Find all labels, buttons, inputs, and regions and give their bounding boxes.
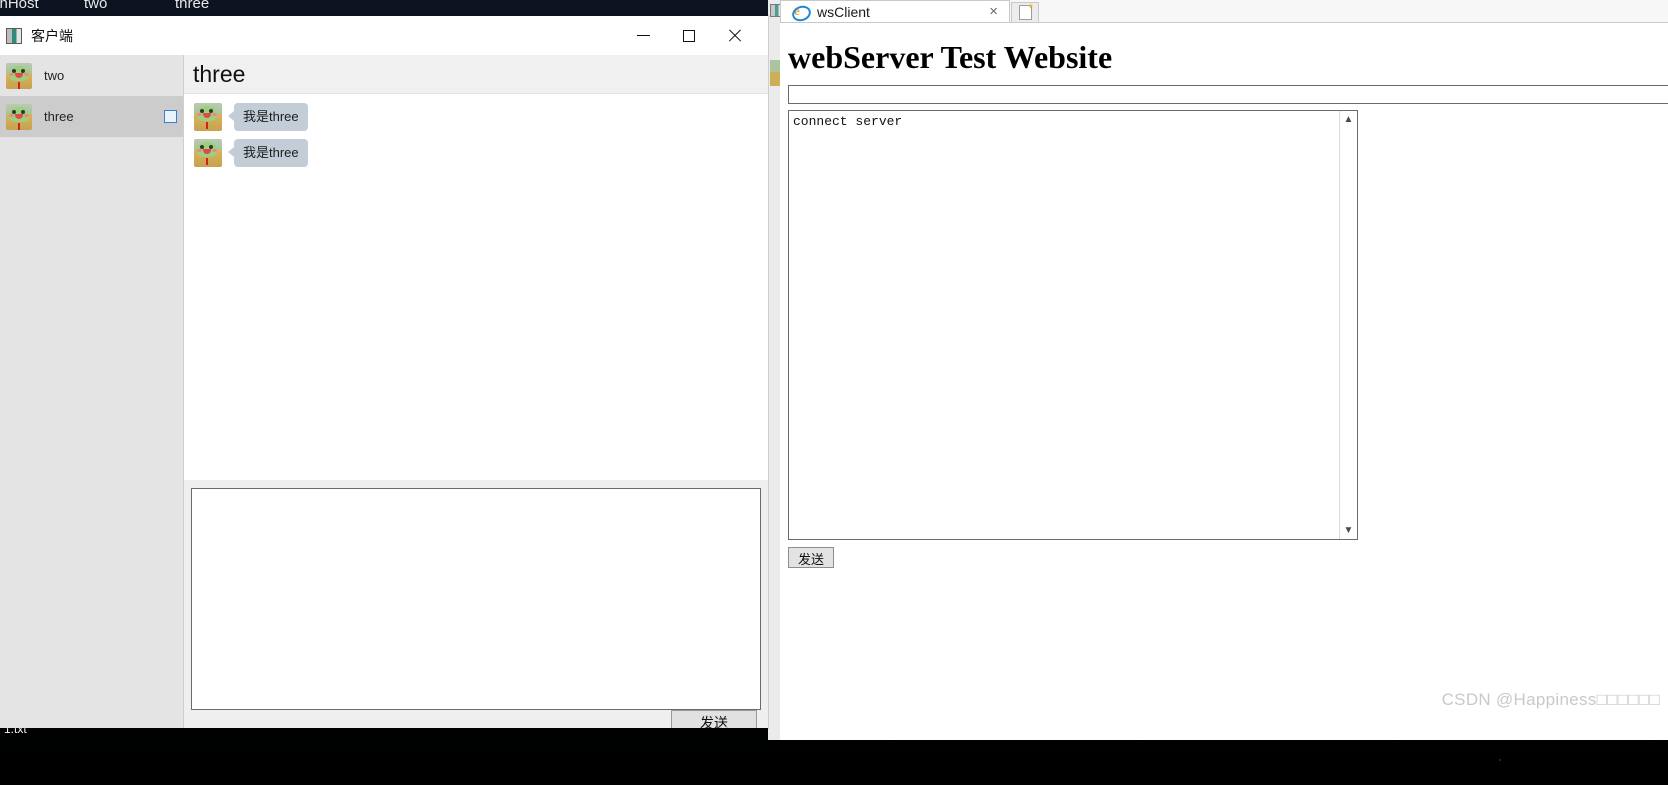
page-content: webServer Test Website ▲ ▼ 发送 — [780, 23, 1668, 740]
message-input[interactable] — [191, 488, 761, 710]
websocket-message-input[interactable] — [788, 85, 1668, 104]
conversation-header: three — [184, 55, 768, 94]
websocket-send-button[interactable]: 发送 — [788, 547, 834, 568]
browser-tab-title: wsClient — [817, 3, 870, 20]
minimize-button[interactable] — [620, 16, 666, 55]
browser-tab-strip: e wsClient × — [780, 0, 1668, 24]
avatar — [6, 103, 32, 130]
watermark: CSDN @Happiness□□□□□□ — [1441, 690, 1660, 709]
message-item: 我是three — [184, 103, 768, 139]
minimize-icon — [636, 35, 650, 36]
window-controls — [620, 16, 758, 55]
message-item: 我是three — [184, 139, 768, 175]
desktop-label-2: three — [175, 0, 210, 12]
message-list: 我是three 我是three — [184, 94, 768, 480]
scroll-up-icon[interactable]: ▲ — [1340, 111, 1357, 128]
conversation-title: three — [193, 60, 246, 87]
contact-name: three — [44, 109, 74, 124]
client-body: two three three 我是three 我是three 发送 — [0, 55, 768, 728]
compose-actions: 发送 — [191, 710, 761, 728]
conversation-pane: three 我是three 我是three 发送 — [184, 55, 768, 728]
new-tab-icon — [1018, 5, 1032, 20]
client-titlebar[interactable]: 客户端 — [0, 16, 768, 55]
maximize-button[interactable] — [666, 16, 712, 55]
desktop-label-0: chHost — [0, 0, 39, 12]
message-bubble: 我是three — [228, 103, 308, 131]
avatar — [194, 103, 222, 131]
app-icon — [6, 27, 22, 44]
desktop-label-1: two — [84, 0, 108, 12]
contact-name: two — [44, 68, 65, 83]
compose-area: 发送 — [184, 480, 768, 728]
browser-tab-wsclient[interactable]: e wsClient × — [780, 0, 1010, 24]
status-badge — [164, 110, 177, 123]
scroll-down-icon[interactable]: ▼ — [1340, 522, 1357, 539]
close-icon — [728, 29, 742, 43]
websocket-log[interactable] — [789, 111, 1340, 539]
close-icon[interactable]: × — [984, 3, 1003, 20]
close-button[interactable] — [712, 16, 758, 55]
client-window-title: 客户端 — [31, 27, 73, 44]
avatar — [6, 62, 32, 89]
page-title: webServer Test Website — [788, 39, 1113, 75]
browser-window: e wsClient × webServer Test Website ▲ ▼ … — [780, 0, 1668, 740]
send-button[interactable]: 发送 — [671, 710, 757, 728]
new-tab-button[interactable] — [1011, 2, 1039, 22]
scrollbar-vertical[interactable]: ▲ ▼ — [1339, 111, 1357, 539]
websocket-log-container: ▲ ▼ — [788, 110, 1358, 540]
avatar — [194, 139, 222, 167]
internet-explorer-icon: e — [790, 3, 813, 24]
maximize-icon — [683, 29, 695, 42]
message-bubble: 我是three — [228, 139, 308, 167]
contact-item-three[interactable]: three — [0, 96, 183, 137]
contact-item-two[interactable]: two — [0, 55, 183, 96]
contact-list: two three — [0, 55, 184, 728]
client-window: 客户端 two three three 我是three 我是three 发送 — [0, 16, 768, 728]
